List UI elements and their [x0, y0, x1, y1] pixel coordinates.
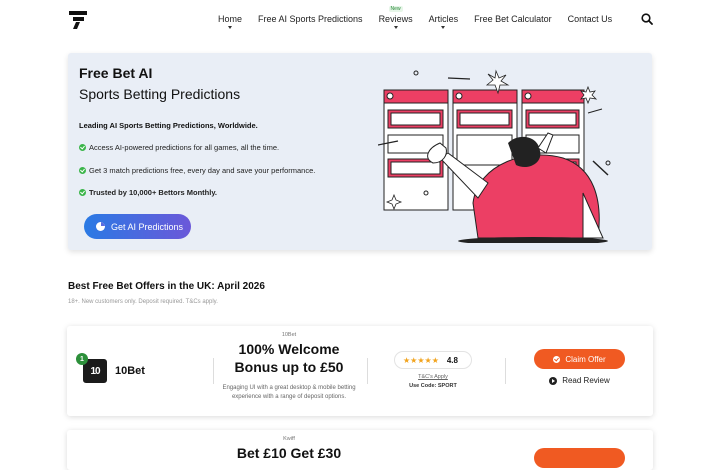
divider — [367, 358, 368, 384]
play-circle-icon — [549, 376, 558, 385]
nav-free-bet-calculator[interactable]: Free Bet Calculator — [474, 14, 552, 24]
nav-predictions-label: Free AI Sports Predictions — [258, 14, 363, 24]
logo-icon[interactable] — [68, 10, 88, 30]
review-label: Read Review — [562, 376, 610, 385]
hero-bullet-text: Trusted by 10,000+ Bettors Monthly. — [89, 188, 218, 197]
main-menu: Home Free AI Sports Predictions New Revi… — [218, 6, 628, 29]
tcs-link[interactable]: T&C's Apply — [394, 374, 472, 380]
offer-brand-tag: Kwiff — [283, 436, 295, 442]
hero-banner: Free Bet AI Sports Betting Predictions L… — [68, 53, 652, 250]
divider — [505, 358, 506, 384]
hero-bullet-text: Access AI-powered predictions for all ga… — [89, 143, 280, 152]
top-nav: Home Free AI Sports Predictions New Revi… — [0, 0, 720, 40]
offer-card: 1 10 10Bet 10Bet 100% Welcome Bonus up t… — [67, 326, 653, 416]
offer-description: Engaging UI with a great desktop & mobil… — [222, 385, 356, 400]
pie-chart-icon — [96, 222, 105, 231]
claim-offer-button[interactable] — [534, 448, 625, 468]
offers-note: 18+. New customers only. Deposit require… — [68, 299, 218, 305]
offer-headline: Bet £10 Get £30 — [236, 445, 342, 461]
hero-illustration — [378, 69, 611, 243]
nav-reviews-label: Reviews — [378, 14, 413, 24]
check-icon — [79, 189, 86, 196]
hero-bullet: Access AI-powered predictions for all ga… — [79, 143, 279, 152]
check-icon — [79, 167, 86, 174]
nav-articles-label: Articles — [428, 14, 459, 24]
hero-lead: Leading AI Sports Betting Predictions, W… — [79, 121, 258, 130]
hero-bullet: Get 3 match predictions free, every day … — [79, 166, 315, 175]
chevron-down-icon — [393, 26, 398, 29]
chevron-down-icon — [228, 26, 232, 29]
offer-brand-tag: 10Bet — [281, 332, 297, 338]
offers-title: Best Free Bet Offers in the UK: April 20… — [68, 281, 265, 292]
chevron-down-icon — [441, 26, 446, 29]
get-ai-predictions-button[interactable]: Get AI Predictions — [84, 214, 191, 239]
offer-headline: Bonus up to £50 — [234, 359, 344, 375]
offer-headline: 100% Welcome — [238, 341, 340, 357]
nav-free-ai-predictions[interactable]: Free AI Sports Predictions — [258, 14, 363, 24]
nav-reviews[interactable]: New Reviews — [378, 6, 413, 29]
offer-card: Kwiff Bet £10 Get £30 — [67, 430, 653, 470]
nav-contact-us[interactable]: Contact Us — [568, 14, 613, 24]
claim-offer-button[interactable]: Claim Offer — [534, 349, 625, 369]
read-review-link[interactable]: Read Review — [534, 376, 625, 385]
hero-bullet-text: Get 3 match predictions free, every day … — [89, 166, 316, 175]
hero-subtitle: Sports Betting Predictions — [79, 86, 241, 102]
rating-pill: ★★★★★ 4.8 — [394, 351, 472, 369]
promo-code: Use Code: SPORT — [409, 383, 457, 389]
check-icon — [79, 144, 86, 151]
nav-home[interactable]: Home — [218, 14, 243, 29]
hero-title: Free Bet AI — [79, 65, 153, 81]
nav-home-label: Home — [218, 14, 243, 24]
rank-badge: 1 — [76, 353, 88, 365]
search-icon[interactable] — [641, 13, 653, 25]
check-icon — [553, 355, 561, 363]
nav-articles[interactable]: Articles — [428, 14, 459, 29]
nav-contact-label: Contact Us — [567, 14, 613, 24]
hero-bullet: Trusted by 10,000+ Bettors Monthly. — [79, 188, 217, 197]
star-rating-icon: ★★★★★ — [403, 355, 439, 365]
cta-label: Get AI Predictions — [111, 221, 184, 232]
new-badge: New — [388, 6, 403, 12]
rating-value: 4.8 — [446, 355, 458, 365]
nav-calculator-label: Free Bet Calculator — [474, 14, 552, 24]
brand-name: 10Bet — [115, 365, 145, 377]
claim-label: Claim Offer — [565, 354, 606, 364]
